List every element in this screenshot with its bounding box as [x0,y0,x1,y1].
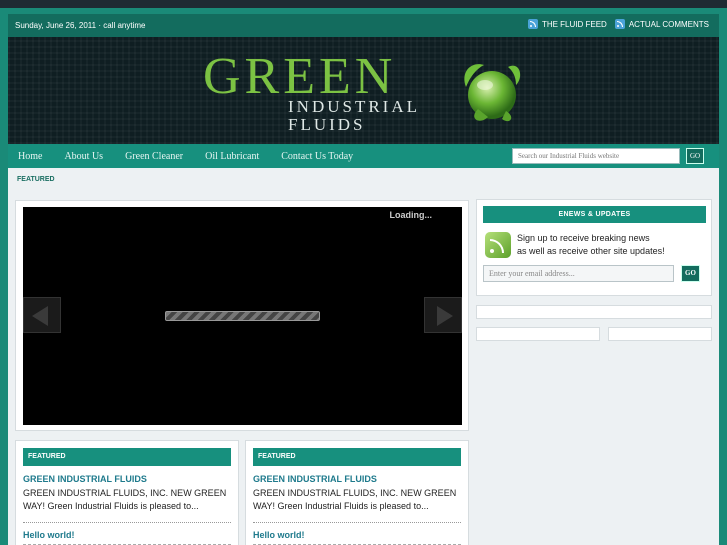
nav-item-green-cleaner[interactable]: Green Cleaner [125,151,183,162]
logo-line-fluids: FLUIDS [288,115,366,134]
featured-slider[interactable]: Loading... [23,207,462,425]
featured-column-1: FEATURED GREEN INDUSTRIAL FLUIDS GREEN I… [15,440,239,545]
rss-icon[interactable] [485,232,511,258]
email-field[interactable]: Enter your email address... [483,265,674,282]
featured-slider-box: Loading... [15,200,469,431]
search-input[interactable]: Search our Industrial Fluids website [512,148,680,164]
nav-item-home[interactable]: Home [18,151,42,162]
enews-widget: ENEWS & UPDATES Sign up to receive break… [476,199,712,296]
nav-item-contact-us[interactable]: Contact Us Today [281,151,353,162]
date-text: Sunday, June 26, 2011 · call anytime [15,21,146,30]
slider-next-button[interactable] [424,297,462,333]
post-excerpt: GREEN INDUSTRIAL FLUIDS, INC. NEW GREEN … [253,488,457,511]
search-go-button[interactable]: GO [686,148,704,164]
enews-heading: ENEWS & UPDATES [483,206,706,223]
feed-links: THE FLUID FEED ACTUAL COMMENTS [527,19,709,29]
post-title-link[interactable]: GREEN INDUSTRIAL FLUIDS [23,474,147,484]
fluid-feed-link[interactable]: THE FLUID FEED [527,19,607,29]
enews-text-line-2: as well as receive other site updates! [517,246,665,256]
post-title-link[interactable]: Hello world! [23,530,75,540]
sidebar-widget-strip [476,305,712,319]
globe-leaf-icon [464,64,521,122]
main-nav: Home About Us Green Cleaner Oil Lubrican… [8,144,719,168]
column-heading: FEATURED [253,448,461,466]
rss-icon [614,19,625,29]
arrow-left-icon [32,306,48,326]
sidebar-widget-right [608,327,712,341]
page-wrapper: Sunday, June 26, 2011 · call anytime THE… [8,14,719,545]
nav-item-about-us[interactable]: About Us [64,151,103,162]
post-title-link[interactable]: GREEN INDUSTRIAL FLUIDS [253,474,377,484]
site-logo[interactable]: GREEN INDUSTRIAL FLUIDS [203,49,533,134]
slider-prev-button[interactable] [23,297,61,333]
rss-icon [527,19,538,29]
comments-feed-label: ACTUAL COMMENTS [628,19,709,29]
divider [253,522,461,523]
arrow-right-icon [437,306,453,326]
column-heading: FEATURED [23,448,231,466]
post-excerpt: GREEN INDUSTRIAL FLUIDS, INC. NEW GREEN … [23,488,227,511]
featured-section-label: FEATURED [17,176,55,183]
comments-feed-link[interactable]: ACTUAL COMMENTS [614,19,709,29]
slider-loading-text: Loading... [389,210,433,220]
enews-text-line-1: Sign up to receive breaking news [517,233,650,243]
slider-progress-bar [165,311,320,321]
enews-description: Sign up to receive breaking news as well… [517,232,665,258]
divider [23,522,231,523]
logo-line-industrial: INDUSTRIAL [288,97,420,116]
post-title-link[interactable]: Hello world! [253,530,305,540]
fluid-feed-label: THE FLUID FEED [541,19,607,29]
sidebar-widget-left [476,327,600,341]
featured-column-2: FEATURED GREEN INDUSTRIAL FLUIDS GREEN I… [245,440,469,545]
top-strip [0,0,727,8]
top-bar: Sunday, June 26, 2011 · call anytime THE… [8,14,719,37]
nav-item-oil-lubricant[interactable]: Oil Lubricant [205,151,259,162]
site-header: GREEN INDUSTRIAL FLUIDS [8,37,719,144]
email-go-button[interactable]: GO [681,265,700,282]
